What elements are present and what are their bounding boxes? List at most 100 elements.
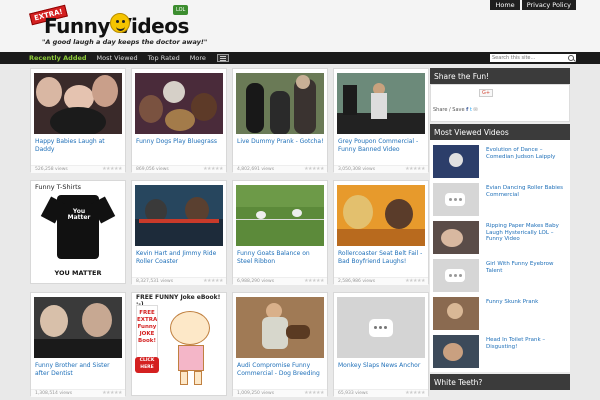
- rating-stars: ★★★★★: [405, 278, 425, 284]
- video-title[interactable]: Head In Toilet Prank – Disgusting!: [486, 337, 566, 350]
- video-title[interactable]: Evolution of Dance – Comedian Judson Lai…: [486, 147, 566, 160]
- nav-most-viewed[interactable]: Most Viewed: [92, 52, 143, 64]
- share-heading: Share the Fun!: [430, 68, 570, 84]
- view-count: 526,258 views: [35, 167, 68, 172]
- facebook-icon[interactable]: f: [466, 107, 468, 113]
- view-count: 3,050,308 views: [338, 167, 376, 172]
- video-card[interactable]: Live Dummy Prank - Gotcha! 4,802,691 vie…: [232, 68, 328, 173]
- video-thumbnail[interactable]: [337, 297, 425, 358]
- joke-ebook-promo[interactable]: FREE FUNNY Joke eBook! :-) FREE EXTRA Fu…: [131, 292, 227, 396]
- video-thumbnail[interactable]: [236, 185, 324, 246]
- video-thumbnail[interactable]: [34, 73, 122, 134]
- video-card[interactable]: Audi Compromise Funny Commercial - Dog B…: [232, 292, 328, 397]
- view-count: 1,308,514 views: [35, 391, 73, 396]
- rating-stars: ★★★★★: [304, 390, 324, 396]
- tshirt-caption: YOU MATTER: [54, 269, 102, 277]
- twitter-icon[interactable]: t: [470, 107, 472, 113]
- video-title[interactable]: Monkey Slaps News Anchor: [338, 362, 426, 370]
- click-here-button[interactable]: CLICK HERE: [135, 357, 159, 373]
- view-count: 4,802,691 views: [237, 167, 275, 172]
- video-thumbnail[interactable]: [433, 183, 479, 216]
- nav-recently-added[interactable]: Recently Added: [24, 52, 92, 64]
- video-card[interactable]: Happy Babies Laugh at Daddy 526,258 view…: [30, 68, 126, 173]
- search-box: [490, 54, 576, 62]
- main-nav: Recently Added Most Viewed Top Rated Mor…: [0, 52, 600, 64]
- video-thumbnail[interactable]: [135, 73, 223, 134]
- site-header: Home Privacy Policy EXTRA! Funny Videos …: [0, 0, 600, 52]
- video-thumbnail[interactable]: [433, 335, 479, 368]
- video-card[interactable]: Rollercoaster Seat Belt Fail - Bad Boyfr…: [333, 180, 429, 285]
- video-thumbnail[interactable]: [433, 259, 479, 292]
- rating-stars: ★★★★★: [304, 166, 324, 172]
- placeholder-icon: [445, 269, 465, 282]
- view-count: 65,933 views: [338, 391, 368, 396]
- rating-stars: ★★★★★: [102, 166, 122, 172]
- list-item[interactable]: Evian Dancing Roller Babies Commercial: [430, 180, 570, 218]
- video-title[interactable]: Rollercoaster Seat Belt Fail - Bad Boyfr…: [338, 250, 426, 265]
- nav-more[interactable]: More: [185, 52, 211, 64]
- video-card[interactable]: Grey Poupon Commercial - Funny Banned Vi…: [333, 68, 429, 173]
- nav-top-rated[interactable]: Top Rated: [143, 52, 185, 64]
- rating-stars: ★★★★★: [102, 390, 122, 396]
- video-title[interactable]: Girl With Funny Eyebrow Talent: [486, 261, 566, 274]
- cartoon-image: [162, 307, 222, 387]
- most-viewed-heading: Most Viewed Videos: [430, 124, 570, 140]
- tv-icon: LOL: [173, 5, 189, 15]
- list-item[interactable]: Funny Skunk Prank: [430, 294, 570, 332]
- placeholder-icon: [369, 319, 393, 337]
- list-item[interactable]: Head In Toilet Prank – Disgusting!: [430, 332, 570, 370]
- video-thumbnail[interactable]: [236, 73, 324, 134]
- video-title[interactable]: Evian Dancing Roller Babies Commercial: [486, 185, 566, 198]
- video-title[interactable]: Funny Skunk Prank: [486, 299, 566, 306]
- rating-stars: ★★★★★: [203, 278, 223, 284]
- video-title[interactable]: Funny Dogs Play Bluegrass: [136, 138, 224, 146]
- video-title[interactable]: Ripping Paper Makes Baby Laugh Hysterica…: [486, 223, 566, 243]
- video-thumbnail[interactable]: [337, 73, 425, 134]
- video-thumbnail[interactable]: [236, 297, 324, 358]
- joke-book-cover[interactable]: FREE EXTRA Funny JOKE Book!: [136, 305, 158, 365]
- video-card[interactable]: Monkey Slaps News Anchor 65,933 views ★★★…: [333, 292, 429, 397]
- list-item[interactable]: Ripping Paper Makes Baby Laugh Hysterica…: [430, 218, 570, 256]
- sidebar: Share the Fun! G+ Share / Save f t ✉ Mos…: [430, 68, 570, 400]
- list-item[interactable]: Girl With Funny Eyebrow Talent: [430, 256, 570, 294]
- promo-title: Funny T-Shirts: [35, 183, 82, 191]
- video-title[interactable]: Funny Goats Balance on Steel Ribbon: [237, 250, 325, 265]
- video-thumbnail[interactable]: [135, 185, 223, 246]
- privacy-policy-link[interactable]: Privacy Policy: [521, 0, 576, 10]
- site-logo[interactable]: EXTRA! Funny Videos LOL "A good laugh a …: [29, 4, 207, 49]
- google-plus-button[interactable]: G+: [479, 89, 493, 97]
- video-title[interactable]: Grey Poupon Commercial - Funny Banned Vi…: [338, 138, 426, 153]
- search-icon[interactable]: [568, 55, 574, 61]
- video-card[interactable]: Kevin Hart and Jimmy Ride Roller Coaster…: [131, 180, 227, 285]
- view-count: 6,988,290 views: [237, 279, 275, 284]
- rating-stars: ★★★★★: [203, 166, 223, 172]
- video-thumbnail[interactable]: [433, 145, 479, 178]
- video-card[interactable]: Funny Goats Balance on Steel Ribbon 6,98…: [232, 180, 328, 285]
- share-box: G+ Share / Save f t ✉: [430, 84, 570, 122]
- video-card[interactable]: Funny Brother and Sister after Dentist 1…: [30, 292, 126, 397]
- email-icon[interactable]: ✉: [474, 107, 478, 113]
- home-link[interactable]: Home: [490, 0, 520, 10]
- video-thumbnail[interactable]: [433, 297, 479, 330]
- tshirt-promo[interactable]: Funny T-Shirts You Matter YOU MATTER: [30, 180, 126, 284]
- video-title[interactable]: Happy Babies Laugh at Daddy: [35, 138, 123, 153]
- menu-icon[interactable]: [216, 54, 229, 62]
- view-count: 1,009,250 views: [237, 391, 275, 396]
- list-item[interactable]: Evolution of Dance – Comedian Judson Lai…: [430, 142, 570, 180]
- video-thumbnail[interactable]: [433, 221, 479, 254]
- video-title[interactable]: Audi Compromise Funny Commercial - Dog B…: [237, 362, 325, 377]
- rating-stars: ★★★★★: [405, 166, 425, 172]
- white-teeth-heading: White Teeth?: [430, 374, 570, 390]
- video-title[interactable]: Live Dummy Prank - Gotcha!: [237, 138, 325, 146]
- share-save-button[interactable]: Share / Save f t ✉: [433, 107, 478, 113]
- view-count: 2,586,986 views: [338, 279, 376, 284]
- video-thumbnail[interactable]: [337, 185, 425, 246]
- video-thumbnail[interactable]: [34, 297, 122, 358]
- video-title[interactable]: Kevin Hart and Jimmy Ride Roller Coaster: [136, 250, 224, 265]
- video-card[interactable]: Funny Dogs Play Bluegrass 869,056 views ★…: [131, 68, 227, 173]
- search-input[interactable]: [490, 54, 568, 62]
- placeholder-icon: [445, 193, 465, 206]
- view-count: 8,327,531 views: [136, 279, 174, 284]
- video-title[interactable]: Funny Brother and Sister after Dentist: [35, 362, 123, 377]
- tshirt-image[interactable]: You Matter: [40, 195, 116, 265]
